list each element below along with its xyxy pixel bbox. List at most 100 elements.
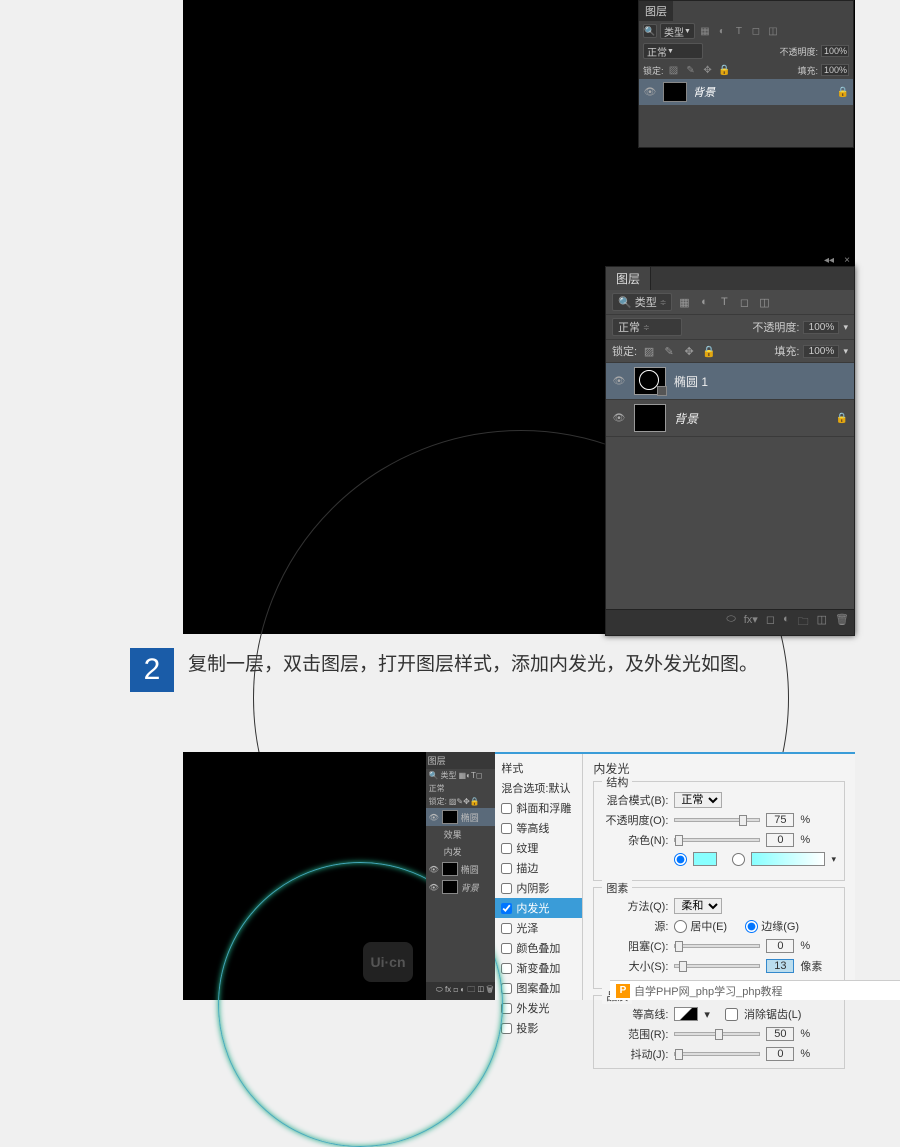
blend-mode-select[interactable]: 正常	[674, 792, 722, 808]
style-texture[interactable]: 纹理	[495, 838, 582, 858]
source-center[interactable]: 居中(E)	[674, 918, 727, 934]
layers-tab[interactable]: 图层	[639, 1, 673, 21]
color-radio[interactable]	[674, 853, 687, 866]
noise-slider[interactable]	[674, 838, 760, 842]
opacity-value[interactable]: 100%	[821, 45, 849, 57]
filter-type[interactable]: 类型	[441, 770, 457, 781]
styles-header[interactable]: 样式	[495, 758, 582, 778]
visibility-icon[interactable]: 👁	[612, 413, 626, 424]
fx-icon[interactable]: fx▾	[744, 613, 758, 632]
source-edge[interactable]: 边缘(G)	[745, 918, 799, 934]
close-icon[interactable]: ×	[845, 0, 851, 2]
style-contour[interactable]: 等高线	[495, 818, 582, 838]
style-stroke[interactable]: 描边	[495, 858, 582, 878]
choke-slider[interactable]	[674, 944, 760, 948]
lock-transparent-icon[interactable]: ▨	[641, 344, 657, 358]
opacity-slider[interactable]	[674, 818, 760, 822]
layer-ellipse[interactable]: 👁椭圆	[426, 860, 496, 878]
pixel-filter-icon[interactable]: ▦	[698, 24, 712, 38]
opacity-label: 不透明度(O):	[602, 812, 668, 828]
shape-filter-icon[interactable]: ◻	[749, 24, 763, 38]
contour-label: 等高线:	[602, 1006, 668, 1022]
fill-value[interactable]: 100%	[821, 64, 849, 76]
close-icon[interactable]: ×	[844, 255, 850, 266]
folder-icon[interactable]: 🗀	[798, 613, 809, 632]
style-satin[interactable]: 光泽	[495, 918, 582, 938]
style-color-overlay[interactable]: 颜色叠加	[495, 938, 582, 958]
link-icon[interactable]: ⬭	[726, 613, 735, 632]
fill-value[interactable]: 100%	[803, 345, 839, 358]
lock-paint-icon[interactable]: ✎	[684, 63, 698, 77]
lock-label: 锁定:	[429, 796, 447, 807]
collapse-icon[interactable]: ◂◂	[824, 255, 834, 266]
range-value[interactable]: 50	[766, 1027, 794, 1041]
style-inner-glow[interactable]: 内发光	[495, 898, 582, 918]
shape-filter-icon[interactable]: ◻	[736, 295, 752, 309]
text-filter-icon[interactable]: T	[732, 24, 746, 38]
noise-value[interactable]: 0	[766, 833, 794, 847]
antialias-checkbox[interactable]	[725, 1008, 738, 1021]
layer-ellipse[interactable]: 👁 椭圆 1	[606, 363, 854, 400]
size-unit: 像素	[800, 958, 822, 974]
mask-icon[interactable]: ◻	[766, 613, 775, 632]
technique-label: 方法(Q):	[602, 898, 668, 914]
style-pattern-overlay[interactable]: 图案叠加	[495, 978, 582, 998]
style-outer-glow[interactable]: 外发光	[495, 998, 582, 1018]
range-slider[interactable]	[674, 1032, 760, 1036]
layer-name: 椭圆	[461, 811, 479, 824]
layers-tab[interactable]: 图层	[606, 267, 651, 290]
opacity-value[interactable]: 75	[766, 813, 794, 827]
visibility-icon[interactable]: 👁	[643, 87, 657, 98]
style-inner-shadow[interactable]: 内阴影	[495, 878, 582, 898]
filter-type-dropdown[interactable]: 类型 ▼	[660, 23, 695, 39]
lock-position-icon[interactable]: ✥	[701, 63, 715, 77]
visibility-icon[interactable]: 👁	[612, 376, 626, 387]
layer-effects[interactable]: 效果	[426, 826, 496, 843]
step-number: 2	[130, 648, 174, 692]
fill-adjust-icon[interactable]: ◐	[783, 613, 790, 632]
lock-all-icon[interactable]: 🔒	[718, 63, 732, 77]
blend-mode-dropdown[interactable]: 正常 ≑	[612, 318, 682, 336]
contour-picker[interactable]	[674, 1007, 698, 1021]
collapse-icon[interactable]: ◂◂	[825, 0, 835, 2]
layer-ellipse-copy[interactable]: 👁椭圆	[426, 808, 496, 826]
layers-tab[interactable]: 图层	[426, 752, 496, 769]
watermark: Ui·cn	[363, 942, 413, 982]
text-filter-icon[interactable]: T	[716, 295, 732, 309]
style-drop-shadow[interactable]: 投影	[495, 1018, 582, 1038]
layer-background[interactable]: 👁背景	[426, 878, 496, 896]
new-layer-icon[interactable]: ◫	[817, 613, 827, 632]
gradient-radio[interactable]	[732, 853, 745, 866]
layer-background[interactable]: 👁 背景 🔒	[606, 400, 854, 437]
choke-value[interactable]: 0	[766, 939, 794, 953]
blend-mode[interactable]: 正常	[429, 783, 445, 794]
color-swatch[interactable]	[693, 852, 717, 866]
trash-icon[interactable]: 🗑	[835, 613, 849, 632]
blend-mode-dropdown[interactable]: 正常 ▼	[643, 43, 703, 59]
search-icon[interactable]: 🔍	[643, 24, 657, 38]
php-logo-icon: P	[616, 984, 630, 998]
lock-all-icon[interactable]: 🔒	[701, 344, 717, 358]
lock-position-icon[interactable]: ✥	[681, 344, 697, 358]
adjust-filter-icon[interactable]: ◐	[696, 295, 712, 309]
technique-select[interactable]: 柔和	[674, 898, 722, 914]
pixel-filter-icon[interactable]: ▦	[676, 295, 692, 309]
size-slider[interactable]	[674, 964, 760, 968]
layer-inner-glow[interactable]: 内发	[426, 843, 496, 860]
gradient-swatch[interactable]	[751, 852, 825, 866]
blend-options[interactable]: 混合选项:默认	[495, 778, 582, 798]
jitter-value[interactable]: 0	[766, 1047, 794, 1061]
filter-type-dropdown[interactable]: 🔍 类型 ≑	[612, 293, 672, 311]
adjust-filter-icon[interactable]: ◐	[715, 24, 729, 38]
opacity-value[interactable]: 100%	[803, 321, 839, 334]
canvas-area-2: Ui·cn	[183, 752, 426, 1000]
size-value[interactable]: 13	[766, 959, 794, 973]
smart-filter-icon[interactable]: ◫	[766, 24, 780, 38]
jitter-slider[interactable]	[674, 1052, 760, 1056]
lock-paint-icon[interactable]: ✎	[661, 344, 677, 358]
style-bevel[interactable]: 斜面和浮雕	[495, 798, 582, 818]
style-gradient-overlay[interactable]: 渐变叠加	[495, 958, 582, 978]
lock-transparent-icon[interactable]: ▨	[667, 63, 681, 77]
layer-background[interactable]: 👁 背景 🔒	[639, 79, 853, 105]
smart-filter-icon[interactable]: ◫	[756, 295, 772, 309]
